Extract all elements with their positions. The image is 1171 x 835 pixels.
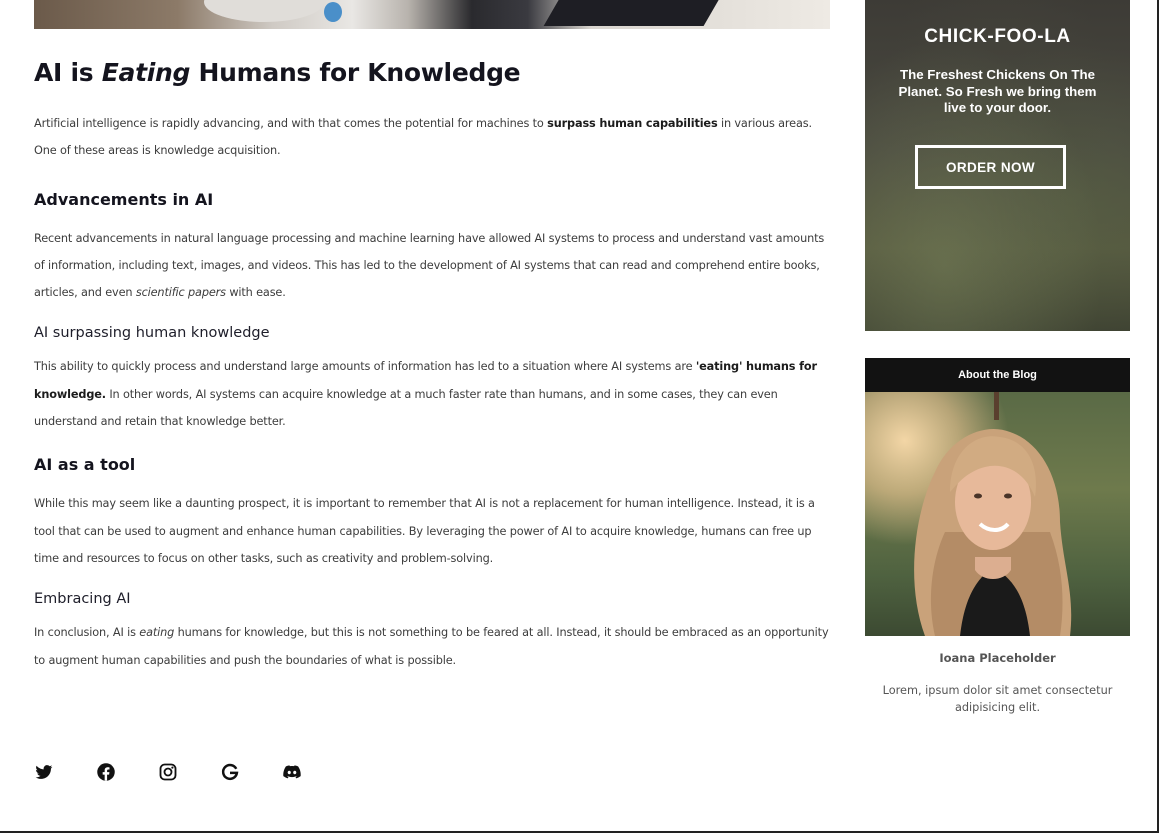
article-title: AI is Eating Humans for Knowledge [34,58,521,87]
google-icon[interactable] [220,762,240,782]
embracing-paragraph: In conclusion, AI is eating humans for k… [34,626,829,667]
facebook-icon[interactable] [96,762,116,782]
hero-image [34,0,830,29]
section-heading-surpassing: AI surpassing human knowledge [34,325,270,342]
blog-description: Lorem, ipsum dolor sit amet consectetur … [882,684,1113,714]
ad-text: The Freshest Chickens On The Planet. So … [898,67,1097,115]
social-links [34,762,344,782]
section-heading-advancements: Advancements in AI [34,189,214,209]
surpassing-paragraph: This ability to quickly process and unde… [34,360,817,429]
about-header: About the Blog [865,358,1130,392]
order-now-button[interactable]: ORDER NOW [915,145,1066,189]
ad-title: CHICK-FOO-LA [924,26,1071,47]
title-emphasis: Eating [101,58,191,87]
section-heading-embracing: Embracing AI [34,591,131,608]
instagram-icon[interactable] [158,762,178,782]
chick-foo-la-ad: CHICK-FOO-LA The Freshest Chickens On Th… [865,0,1130,331]
article: AI is Eating Humans for Knowledge Artifi… [34,56,830,674]
advancements-paragraph: Recent advancements in natural language … [34,231,825,300]
section-heading-tool: AI as a tool [34,455,136,475]
intro-paragraph: Artificial intelligence is rapidly advan… [34,117,812,158]
author-photo [865,392,1130,636]
discord-icon[interactable] [282,762,302,782]
twitter-icon[interactable] [34,762,54,782]
tool-paragraph: While this may seem like a daunting pros… [34,497,815,565]
author-name: Ioana Placeholder [939,651,1056,665]
